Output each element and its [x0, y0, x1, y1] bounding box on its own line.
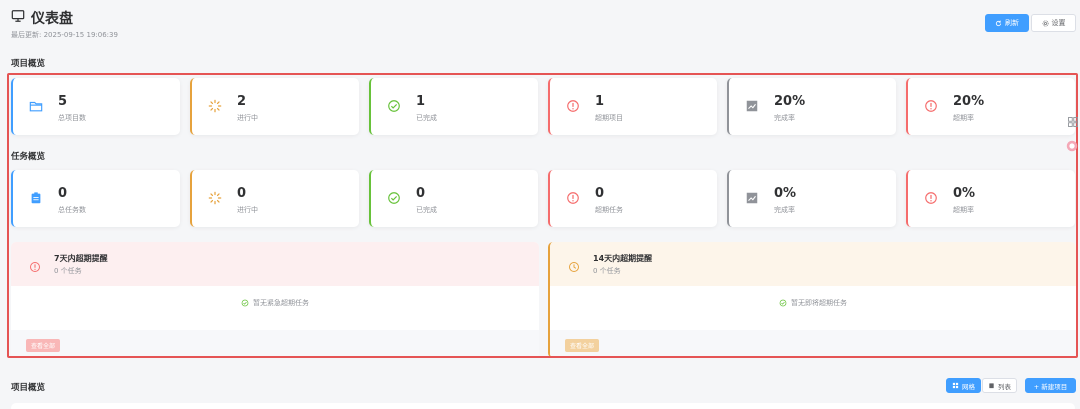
refresh-button[interactable]: 刷新: [985, 14, 1029, 32]
highlight-box: [7, 73, 1078, 358]
grid-view-button[interactable]: 网格: [946, 378, 981, 393]
grid-icon: [952, 382, 959, 389]
page-title-text: 仪表盘: [31, 11, 73, 27]
list-view-button[interactable]: 列表: [982, 378, 1017, 393]
assistant-icon[interactable]: [1066, 137, 1078, 152]
grid-icon[interactable]: [1067, 113, 1079, 127]
monitor-icon: [11, 9, 25, 27]
new-project-button[interactable]: + 新建项目: [1025, 378, 1076, 393]
last-updated: 最后更新: 2025-09-15 19:06:39: [11, 31, 118, 39]
settings-button[interactable]: 设置: [1031, 14, 1076, 32]
page-title: 仪表盘: [11, 8, 73, 28]
gear-icon: [1042, 20, 1048, 26]
list-icon: [989, 383, 994, 389]
header: 仪表盘 最后更新: 2025-09-15 19:06:39 刷新 设置: [0, 0, 1080, 48]
project-list-container: [11, 403, 1075, 409]
refresh-icon: [995, 20, 1002, 26]
bottom-section-title: 项目概览: [11, 383, 46, 393]
projects-section-title: 项目概览: [11, 59, 46, 69]
